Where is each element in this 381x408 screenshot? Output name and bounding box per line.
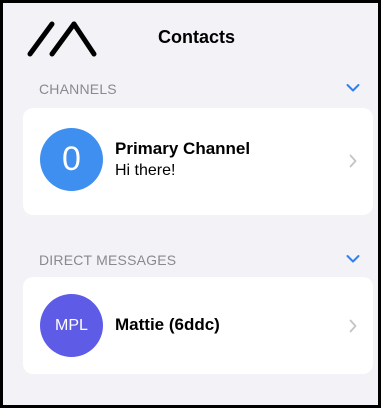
chevron-right-icon <box>349 154 357 168</box>
channel-row-primary[interactable]: 0 Primary Channel Hi there! <box>23 108 373 215</box>
page-title: Contacts <box>157 27 235 47</box>
contact-avatar: MPL <box>40 294 103 357</box>
channel-name: Primary Channel <box>115 139 251 158</box>
contacts-screen: Contacts CHANNELS 0 Primary Channel Hi t… <box>3 3 378 405</box>
channel-avatar: 0 <box>40 128 103 191</box>
contact-row-mattie[interactable]: MPL Mattie (6ddc) <box>23 277 373 374</box>
contact-name: Mattie (6ddc) <box>115 315 220 334</box>
section-header-direct-messages[interactable]: DIRECT MESSAGES <box>3 249 378 273</box>
section-label-direct-messages: DIRECT MESSAGES <box>39 252 177 268</box>
chevron-down-icon[interactable] <box>346 83 360 93</box>
nav-header: Contacts <box>3 3 378 65</box>
channel-last-message: Hi there! <box>115 162 176 179</box>
chevron-down-icon[interactable] <box>346 254 360 264</box>
chevron-right-icon <box>349 319 357 333</box>
section-header-channels[interactable]: CHANNELS <box>3 78 378 102</box>
section-label-channels: CHANNELS <box>39 81 117 97</box>
